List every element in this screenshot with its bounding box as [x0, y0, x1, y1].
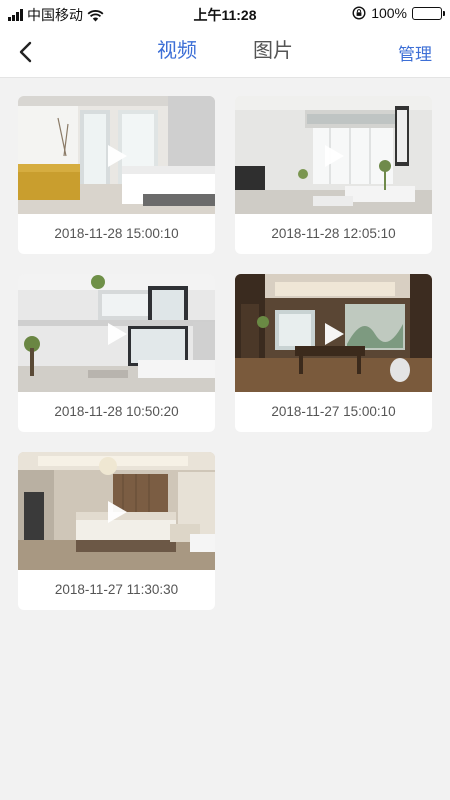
video-timestamp: 2018-11-27 11:30:30	[54, 582, 179, 597]
play-icon	[108, 501, 127, 523]
back-arrow-icon[interactable]	[12, 38, 40, 66]
video-card[interactable]: 2018-11-28 12:05:10	[235, 96, 432, 254]
play-icon	[325, 145, 344, 167]
manage-button[interactable]: 管理	[398, 40, 432, 65]
tab-video[interactable]: 视频	[152, 36, 202, 76]
video-timestamp: 2018-11-28 15:00:10	[54, 226, 179, 241]
status-bar: 中国移动 上午11:28 100%	[0, 0, 450, 26]
video-card[interactable]: 2018-11-28 10:50:20	[18, 274, 215, 432]
rotation-lock-icon	[352, 6, 366, 20]
battery-icon	[412, 6, 445, 20]
status-right: 100%	[352, 5, 445, 21]
play-icon	[108, 145, 127, 167]
video-timestamp: 2018-11-27 15:00:10	[271, 404, 396, 419]
battery-percent: 100%	[371, 5, 407, 21]
video-timestamp: 2018-11-28 12:05:10	[271, 226, 396, 241]
play-icon	[325, 323, 344, 345]
video-card[interactable]: 2018-11-27 11:30:30	[18, 452, 215, 610]
play-icon	[108, 323, 127, 345]
video-card[interactable]: 2018-11-27 15:00:10	[235, 274, 432, 432]
video-card[interactable]: 2018-11-28 15:00:10	[18, 96, 215, 254]
tab-photo[interactable]: 图片	[248, 36, 298, 76]
nav-bar: 视频 图片 管理	[0, 26, 450, 100]
video-timestamp: 2018-11-28 10:50:20	[54, 404, 179, 419]
